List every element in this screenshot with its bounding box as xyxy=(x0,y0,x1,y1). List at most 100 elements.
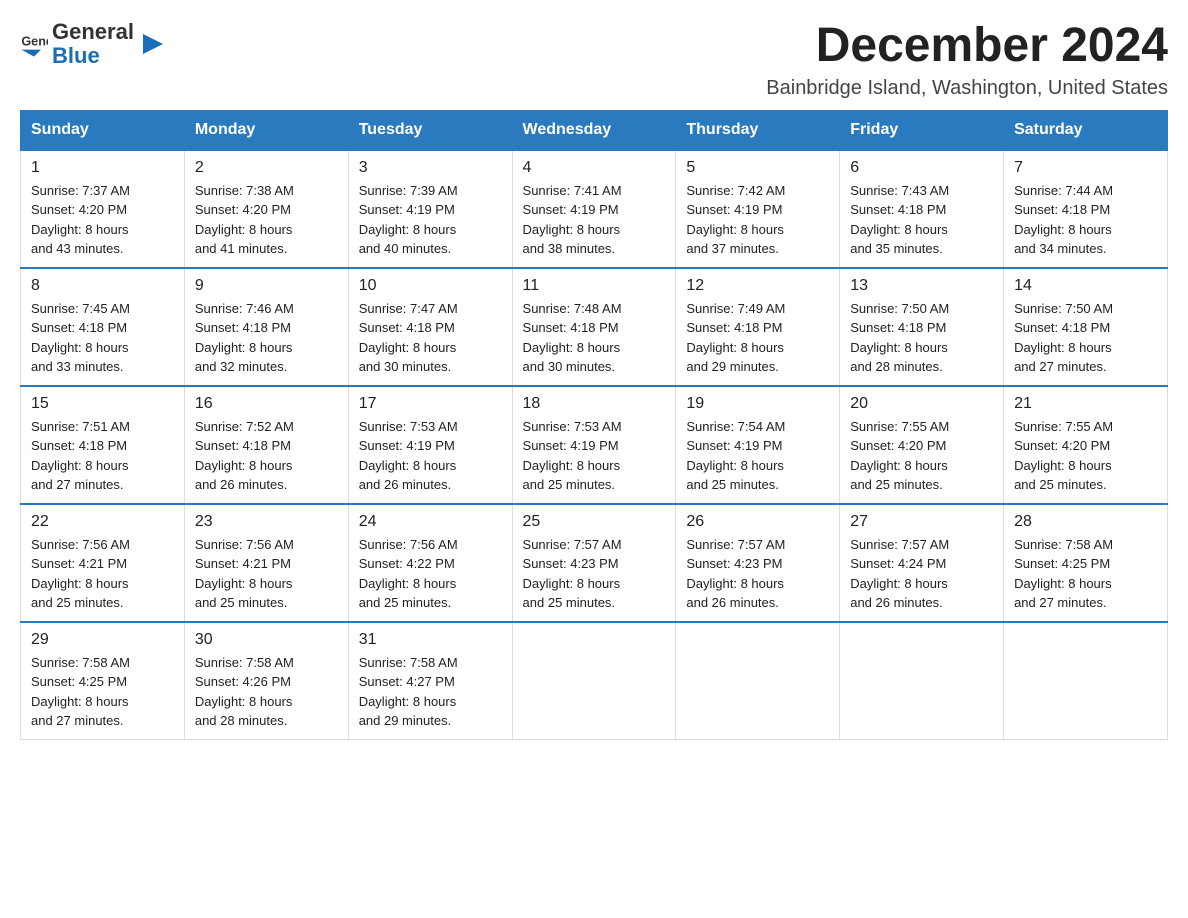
day-number: 17 xyxy=(359,395,502,413)
weekday-header-wednesday: Wednesday xyxy=(512,110,676,150)
calendar-day-cell: 24Sunrise: 7:56 AMSunset: 4:22 PMDayligh… xyxy=(348,504,512,622)
day-number: 2 xyxy=(195,159,338,177)
logo-arrow-icon xyxy=(138,29,168,59)
logo: General General Blue xyxy=(20,20,168,68)
day-number: 18 xyxy=(523,395,666,413)
weekday-header-friday: Friday xyxy=(840,110,1004,150)
day-number: 27 xyxy=(850,513,993,531)
calendar-day-cell: 21 Sunrise: 7:55 AMSunset: 4:20 PMDayligh… xyxy=(1004,386,1168,504)
day-info: Sunrise: 7:49 AMSunset: 4:18 PMDaylight:… xyxy=(686,299,829,377)
calendar-day-cell: 27 Sunrise: 7:57 AMSunset: 4:24 PMDayligh… xyxy=(840,504,1004,622)
day-number: 12 xyxy=(686,277,829,295)
day-info: Sunrise: 7:46 AMSunset: 4:18 PMDaylight:… xyxy=(195,299,338,377)
weekday-header-monday: Monday xyxy=(184,110,348,150)
day-number: 6 xyxy=(850,159,993,177)
month-year-title: December 2024 xyxy=(766,20,1168,73)
day-number: 23 xyxy=(195,513,338,531)
weekday-header-row: SundayMondayTuesdayWednesdayThursdayFrid… xyxy=(21,110,1168,150)
calendar-day-cell xyxy=(512,622,676,740)
svg-text:General: General xyxy=(21,35,48,49)
day-info: Sunrise: 7:43 AMSunset: 4:18 PMDaylight:… xyxy=(850,181,993,259)
day-info: Sunrise: 7:53 AMSunset: 4:19 PMDaylight:… xyxy=(523,417,666,495)
day-number: 10 xyxy=(359,277,502,295)
title-area: December 2024 Bainbridge Island, Washing… xyxy=(766,20,1168,100)
day-info: Sunrise: 7:45 AMSunset: 4:18 PMDaylight:… xyxy=(31,299,174,377)
calendar-week-row: 15 Sunrise: 7:51 AMSunset: 4:18 PMDayligh… xyxy=(21,386,1168,504)
calendar-day-cell: 1 Sunrise: 7:37 AMSunset: 4:20 PMDaylight… xyxy=(21,150,185,268)
day-number: 19 xyxy=(686,395,829,413)
logo-icon: General xyxy=(20,30,48,58)
calendar-day-cell: 23 Sunrise: 7:56 AMSunset: 4:21 PMDayligh… xyxy=(184,504,348,622)
calendar-table: SundayMondayTuesdayWednesdayThursdayFrid… xyxy=(20,110,1168,740)
day-info: Sunrise: 7:50 AMSunset: 4:18 PMDaylight:… xyxy=(850,299,993,377)
day-number: 15 xyxy=(31,395,174,413)
day-info: Sunrise: 7:50 AMSunset: 4:18 PMDaylight:… xyxy=(1014,299,1157,377)
calendar-day-cell: 30 Sunrise: 7:58 AMSunset: 4:26 PMDayligh… xyxy=(184,622,348,740)
weekday-header-sunday: Sunday xyxy=(21,110,185,150)
day-info: Sunrise: 7:54 AMSunset: 4:19 PMDaylight:… xyxy=(686,417,829,495)
day-info: Sunrise: 7:58 AMSunset: 4:26 PMDaylight:… xyxy=(195,653,338,731)
day-info: Sunrise: 7:38 AMSunset: 4:20 PMDaylight:… xyxy=(195,181,338,259)
day-number: 13 xyxy=(850,277,993,295)
calendar-day-cell: 15 Sunrise: 7:51 AMSunset: 4:18 PMDayligh… xyxy=(21,386,185,504)
day-info: Sunrise: 7:58 AMSunset: 4:25 PMDaylight:… xyxy=(1014,535,1157,613)
day-number: 1 xyxy=(31,159,174,177)
calendar-day-cell: 26 Sunrise: 7:57 AMSunset: 4:23 PMDayligh… xyxy=(676,504,840,622)
calendar-day-cell xyxy=(840,622,1004,740)
day-number: 29 xyxy=(31,631,174,649)
calendar-week-row: 8 Sunrise: 7:45 AMSunset: 4:18 PMDaylight… xyxy=(21,268,1168,386)
day-number: 31 xyxy=(359,631,502,649)
day-number: 30 xyxy=(195,631,338,649)
day-info: Sunrise: 7:37 AMSunset: 4:20 PMDaylight:… xyxy=(31,181,174,259)
day-info: Sunrise: 7:56 AMSunset: 4:21 PMDaylight:… xyxy=(195,535,338,613)
day-info: Sunrise: 7:48 AMSunset: 4:18 PMDaylight:… xyxy=(523,299,666,377)
location-subtitle: Bainbridge Island, Washington, United St… xyxy=(766,77,1168,100)
calendar-day-cell: 8 Sunrise: 7:45 AMSunset: 4:18 PMDaylight… xyxy=(21,268,185,386)
day-number: 5 xyxy=(686,159,829,177)
calendar-day-cell: 2 Sunrise: 7:38 AMSunset: 4:20 PMDaylight… xyxy=(184,150,348,268)
day-number: 14 xyxy=(1014,277,1157,295)
day-info: Sunrise: 7:57 AMSunset: 4:24 PMDaylight:… xyxy=(850,535,993,613)
calendar-day-cell: 7Sunrise: 7:44 AMSunset: 4:18 PMDaylight… xyxy=(1004,150,1168,268)
calendar-week-row: 1 Sunrise: 7:37 AMSunset: 4:20 PMDaylight… xyxy=(21,150,1168,268)
day-number: 22 xyxy=(31,513,174,531)
day-info: Sunrise: 7:57 AMSunset: 4:23 PMDaylight:… xyxy=(686,535,829,613)
day-info: Sunrise: 7:55 AMSunset: 4:20 PMDaylight:… xyxy=(1014,417,1157,495)
day-number: 3 xyxy=(359,159,502,177)
calendar-day-cell: 10 Sunrise: 7:47 AMSunset: 4:18 PMDayligh… xyxy=(348,268,512,386)
weekday-header-saturday: Saturday xyxy=(1004,110,1168,150)
day-number: 25 xyxy=(523,513,666,531)
day-info: Sunrise: 7:44 AMSunset: 4:18 PMDaylight:… xyxy=(1014,181,1157,259)
weekday-header-thursday: Thursday xyxy=(676,110,840,150)
day-info: Sunrise: 7:47 AMSunset: 4:18 PMDaylight:… xyxy=(359,299,502,377)
calendar-day-cell xyxy=(676,622,840,740)
calendar-day-cell: 4Sunrise: 7:41 AMSunset: 4:19 PMDaylight… xyxy=(512,150,676,268)
day-info: Sunrise: 7:42 AMSunset: 4:19 PMDaylight:… xyxy=(686,181,829,259)
day-number: 26 xyxy=(686,513,829,531)
calendar-day-cell: 31Sunrise: 7:58 AMSunset: 4:27 PMDayligh… xyxy=(348,622,512,740)
calendar-day-cell: 28Sunrise: 7:58 AMSunset: 4:25 PMDayligh… xyxy=(1004,504,1168,622)
day-info: Sunrise: 7:57 AMSunset: 4:23 PMDaylight:… xyxy=(523,535,666,613)
calendar-day-cell: 20Sunrise: 7:55 AMSunset: 4:20 PMDayligh… xyxy=(840,386,1004,504)
day-info: Sunrise: 7:56 AMSunset: 4:21 PMDaylight:… xyxy=(31,535,174,613)
weekday-header-tuesday: Tuesday xyxy=(348,110,512,150)
day-number: 9 xyxy=(195,277,338,295)
calendar-day-cell: 12 Sunrise: 7:49 AMSunset: 4:18 PMDayligh… xyxy=(676,268,840,386)
calendar-day-cell: 19 Sunrise: 7:54 AMSunset: 4:19 PMDayligh… xyxy=(676,386,840,504)
day-number: 24 xyxy=(359,513,502,531)
calendar-day-cell: 5 Sunrise: 7:42 AMSunset: 4:19 PMDaylight… xyxy=(676,150,840,268)
calendar-day-cell: 13 Sunrise: 7:50 AMSunset: 4:18 PMDayligh… xyxy=(840,268,1004,386)
calendar-week-row: 29Sunrise: 7:58 AMSunset: 4:25 PMDayligh… xyxy=(21,622,1168,740)
calendar-day-cell: 11Sunrise: 7:48 AMSunset: 4:18 PMDayligh… xyxy=(512,268,676,386)
day-info: Sunrise: 7:53 AMSunset: 4:19 PMDaylight:… xyxy=(359,417,502,495)
day-info: Sunrise: 7:51 AMSunset: 4:18 PMDaylight:… xyxy=(31,417,174,495)
calendar-day-cell: 29Sunrise: 7:58 AMSunset: 4:25 PMDayligh… xyxy=(21,622,185,740)
day-number: 16 xyxy=(195,395,338,413)
calendar-day-cell: 18 Sunrise: 7:53 AMSunset: 4:19 PMDayligh… xyxy=(512,386,676,504)
calendar-day-cell: 9 Sunrise: 7:46 AMSunset: 4:18 PMDaylight… xyxy=(184,268,348,386)
header-area: General General Blue December 2024 Bainb… xyxy=(20,20,1168,100)
day-info: Sunrise: 7:39 AMSunset: 4:19 PMDaylight:… xyxy=(359,181,502,259)
day-number: 21 xyxy=(1014,395,1157,413)
day-info: Sunrise: 7:55 AMSunset: 4:20 PMDaylight:… xyxy=(850,417,993,495)
day-number: 8 xyxy=(31,277,174,295)
